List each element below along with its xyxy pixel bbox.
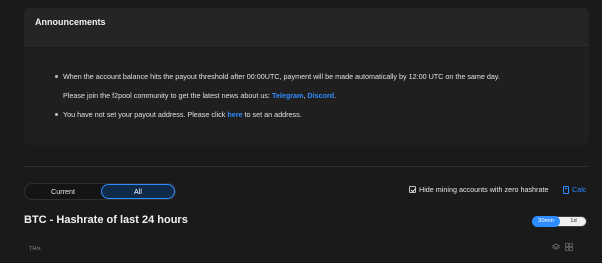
checkbox-icon[interactable] [409,186,416,193]
bullet-icon [55,112,58,116]
discord-link[interactable]: Discord [307,91,334,100]
announcements-panel: Announcements When the account balance h… [24,8,589,145]
range-1d-button[interactable]: 1d [560,216,587,227]
account-scope-toggle: Current All [24,183,176,200]
calculator-icon [563,185,569,194]
hashrate-unit-label: TH/s [29,246,41,252]
hide-zero-hashrate-toggle[interactable]: Hide mining accounts with zero hashrate [409,185,548,194]
announcement-text-address: You have not set your payout address. Pl… [63,110,228,119]
announcements-title: Announcements [24,8,589,46]
announcement-text-address-end: to set an address. [242,110,302,119]
tab-current[interactable]: Current [25,184,101,199]
calc-button[interactable]: Calc [563,185,586,194]
grid-icon[interactable] [565,243,573,251]
set-address-link[interactable]: here [227,110,242,119]
hide-zero-hashrate-label: Hide mining accounts with zero hashrate [419,185,549,194]
tab-all[interactable]: All [101,184,175,199]
telegram-link[interactable]: Telegram [272,91,303,100]
announcement-text-payout: When the account balance hits the payout… [63,72,500,81]
sentence-period: . [334,91,337,100]
calc-label: Calc [572,185,587,194]
announcement-text-community: Please join the f2pool community to get … [63,91,272,100]
bullet-icon [55,74,58,78]
section-divider [24,166,589,167]
layers-icon[interactable] [552,243,560,251]
announcement-item-payout: When the account balance hits the payout… [55,72,500,81]
range-30min-button[interactable]: 30min [532,216,560,227]
announcement-item-community: Please join the f2pool community to get … [63,91,336,100]
hashrate-chart-title: BTC - Hashrate of last 24 hours [24,214,188,226]
announcement-item-address: You have not set your payout address. Pl… [55,110,302,119]
announcements-body: When the account balance hits the payout… [24,46,589,145]
time-range-toggle: 30min 1d [532,216,587,227]
